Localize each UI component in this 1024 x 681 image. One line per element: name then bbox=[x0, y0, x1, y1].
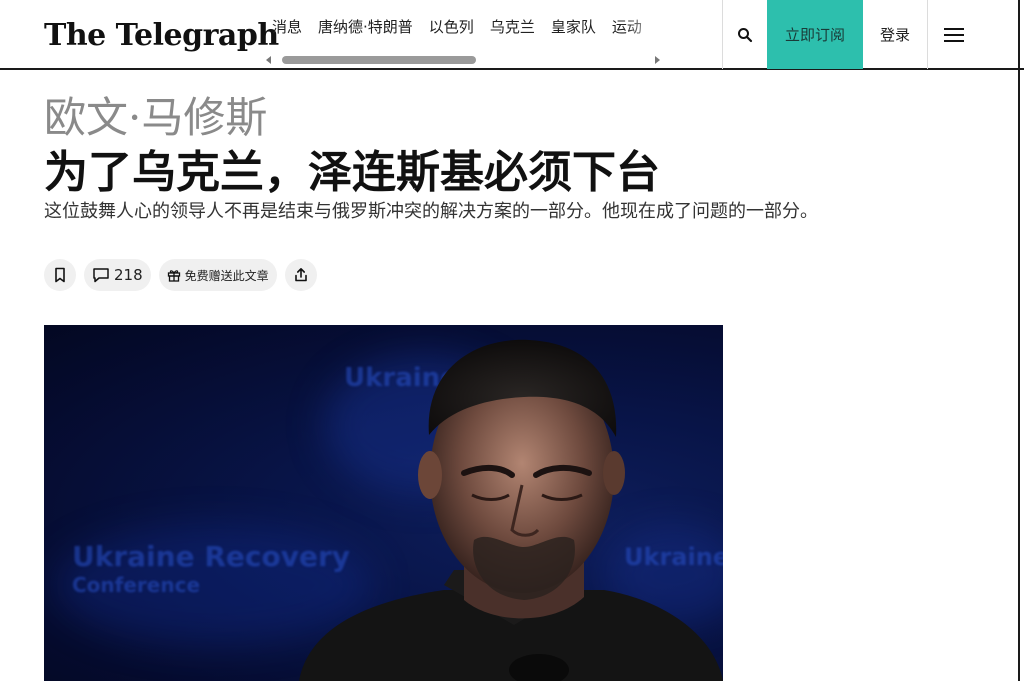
site-header: The Telegraph 消息 唐纳德·特朗普 以色列 乌克兰 皇家队 运动 … bbox=[0, 0, 1024, 70]
bookmark-button[interactable] bbox=[44, 259, 76, 291]
share-button[interactable] bbox=[284, 259, 317, 291]
nav-item-ukraine[interactable]: 乌克兰 bbox=[490, 16, 535, 37]
comments-count: 218 bbox=[114, 266, 143, 284]
menu-button[interactable] bbox=[928, 0, 980, 69]
nav-item-israel[interactable]: 以色列 bbox=[429, 16, 474, 37]
comments-button[interactable]: 218 bbox=[84, 259, 151, 291]
nav-item-royals[interactable]: 皇家队 bbox=[551, 16, 596, 37]
telegraph-logo[interactable]: The Telegraph bbox=[44, 18, 279, 53]
nav-fade-overlay bbox=[626, 10, 662, 40]
triangle-left-icon[interactable] bbox=[266, 56, 271, 64]
nav-item-trump[interactable]: 唐纳德·特朗普 bbox=[318, 16, 413, 37]
article-standfirst: 这位鼓舞人心的领导人不再是结束与俄罗斯冲突的解决方案的一部分。他现在成了问题的一… bbox=[44, 201, 818, 222]
speaker-figure bbox=[299, 339, 723, 681]
share-icon bbox=[294, 268, 307, 282]
hamburger-menu-icon bbox=[944, 27, 964, 42]
hero-photo[interactable]: Ukraine Ukraine Recovery Conference Ukra… bbox=[44, 325, 723, 681]
article-headline: 为了乌克兰，泽连斯基必须下台 bbox=[44, 147, 660, 198]
gift-article-button[interactable]: 免费赠送此文章 bbox=[158, 259, 277, 291]
search-button[interactable] bbox=[723, 0, 767, 69]
nav-item-news[interactable]: 消息 bbox=[272, 16, 302, 37]
subscribe-button[interactable]: 立即订阅 bbox=[767, 0, 863, 69]
login-button[interactable]: 登录 bbox=[863, 0, 927, 69]
triangle-right-icon[interactable] bbox=[655, 56, 660, 64]
search-icon bbox=[738, 27, 753, 42]
nav-scrollbar[interactable] bbox=[266, 55, 660, 67]
article-actions: 218 免费赠送此文章 bbox=[44, 259, 317, 291]
bookmark-icon bbox=[55, 267, 65, 283]
page-edge-rule bbox=[1018, 0, 1020, 681]
comment-icon bbox=[93, 268, 109, 283]
gift-article-label: 免费赠送此文章 bbox=[184, 268, 269, 283]
nav-scrollbar-thumb[interactable] bbox=[282, 56, 476, 64]
gift-icon bbox=[167, 270, 180, 282]
